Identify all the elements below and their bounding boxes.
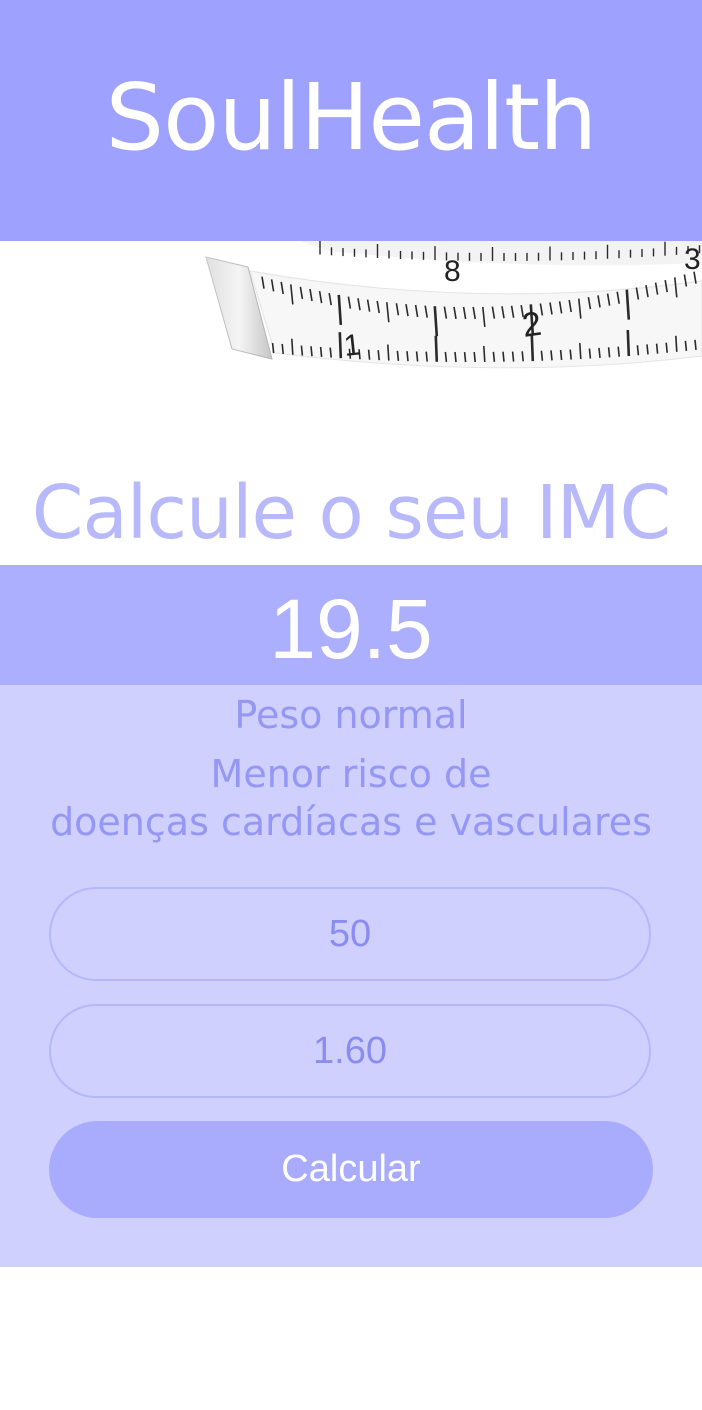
tape-tick: [310, 346, 313, 357]
tape-tick: [387, 344, 390, 361]
risk-line-1: Menor risco de: [210, 752, 492, 796]
bmi-result-value: 19.5: [269, 582, 433, 676]
tape-tick: [367, 349, 371, 360]
tape-number-1: 1: [342, 328, 362, 363]
tape-tick: [281, 343, 284, 355]
tape-tick: [406, 351, 409, 362]
tape-main-band: [249, 270, 702, 369]
tape-tick: [425, 351, 428, 362]
tape-tick: [636, 345, 640, 356]
tape-tick: [646, 344, 649, 355]
tape-tick: [617, 346, 620, 357]
app-header: SoulHealth: [0, 0, 702, 241]
app-screen: SoulHealth 1 2 8 3 Calcule o seu IMC 19.…: [0, 0, 702, 1410]
tape-tick: [463, 351, 467, 363]
tape-tick: [377, 350, 380, 361]
tape-tick: [300, 345, 304, 356]
tape-number-3: 3: [684, 243, 701, 276]
bmi-result-bar: 19.5: [0, 565, 702, 685]
tape-tick: [694, 339, 697, 350]
tape-tick: [492, 351, 496, 362]
tape-tick: [598, 347, 601, 359]
measuring-tape-image: 1 2 8 3: [0, 241, 702, 431]
tape-tick: [579, 343, 582, 360]
page-heading: Calcule o seu IMC: [31, 470, 671, 556]
tape-tick: [655, 343, 659, 354]
calculate-button[interactable]: Calcular: [49, 1121, 653, 1218]
weight-input[interactable]: [49, 887, 651, 981]
tape-tick: [319, 346, 323, 358]
hero-banner: 1 2 8 3: [0, 241, 702, 431]
tape-tick: [415, 351, 419, 362]
tape-tick: [271, 343, 275, 354]
tape-tick: [559, 349, 563, 361]
tape-number-8: 8: [444, 255, 461, 288]
tape-tick: [540, 350, 544, 361]
tape-tick: [502, 351, 505, 362]
height-input[interactable]: [49, 1004, 651, 1098]
tape-tick: [675, 335, 678, 352]
tape-tick: [473, 351, 476, 363]
tape-tick: [338, 332, 343, 359]
tape-tick: [291, 338, 294, 355]
tape-tick: [665, 342, 668, 353]
tape-tick: [588, 348, 592, 359]
tape-tick: [329, 347, 332, 358]
tape-tick: [454, 351, 457, 363]
tape-tick: [483, 345, 486, 363]
tape-tick: [684, 340, 688, 351]
tape-tick: [550, 350, 553, 361]
tape-tick: [521, 351, 524, 362]
tape-tick: [434, 335, 439, 362]
tape-tick: [444, 351, 448, 362]
bmi-category-label: Peso normal: [234, 693, 468, 737]
tape-tick: [607, 347, 611, 358]
app-title: SoulHealth: [105, 64, 598, 171]
tape-tick: [511, 351, 515, 362]
tape-tick: [626, 329, 631, 357]
risk-line-2: doenças cardíacas e vasculares: [50, 800, 652, 844]
tape-tick: [396, 350, 400, 361]
tape-tick: [569, 349, 572, 360]
bmi-risk-description: Menor risco de doenças cardíacas e vascu…: [0, 750, 702, 846]
